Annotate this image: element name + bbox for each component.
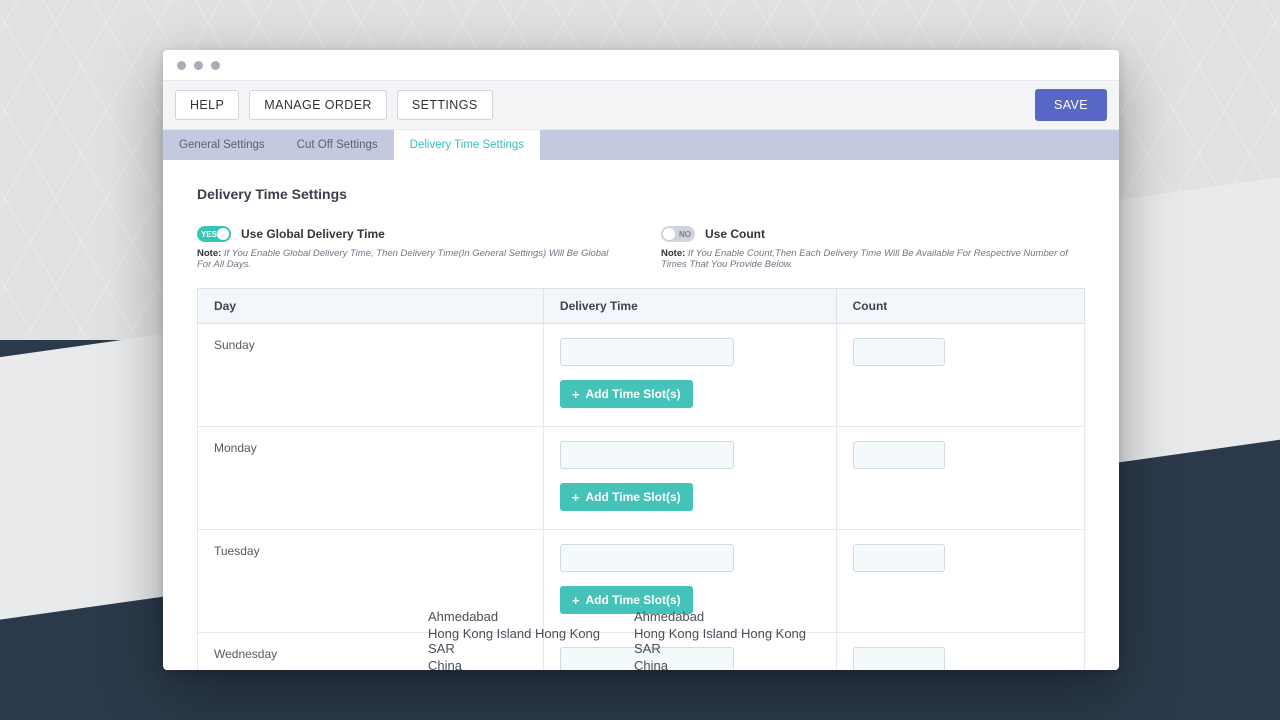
delivery-time-input[interactable] [560,338,734,366]
plus-icon: + [572,491,580,504]
save-button[interactable]: SAVE [1035,89,1107,121]
section-title: Delivery Time Settings [197,186,1085,202]
count-input[interactable] [853,544,945,572]
col-count: Count [836,289,1084,324]
list-item[interactable]: China [634,657,814,670]
tab-general-settings[interactable]: General Settings [163,130,281,160]
add-time-slot-button[interactable]: +Add Time Slot(s) [560,483,693,511]
global-delivery-note: Note: If You Enable Global Delivery Time… [197,248,621,270]
table-row: Sunday +Add Time Slot(s) [198,324,1085,427]
add-time-slot-button[interactable]: +Add Time Slot(s) [560,380,693,408]
content-area: Delivery Time Settings YES Use Global De… [163,160,1119,670]
list-item[interactable]: China [428,657,608,670]
list-item[interactable]: Ahmedabad [634,608,814,625]
list-item[interactable]: Hong Kong Island Hong Kong SAR [634,625,814,657]
delivery-time-cell: +Add Time Slot(s) [543,427,836,530]
list-item[interactable]: Hong Kong Island Hong Kong SAR [428,625,608,657]
settings-button[interactable]: SETTINGS [397,90,493,120]
day-cell: Monday [198,427,544,530]
count-cell [836,633,1084,671]
count-input[interactable] [853,441,945,469]
window-chrome [163,50,1119,80]
use-count-toggle[interactable]: NO [661,226,695,242]
day-cell: Sunday [198,324,544,427]
col-day: Day [198,289,544,324]
count-cell [836,530,1084,633]
count-note: Note: If You Enable Count,Then Each Deli… [661,248,1085,270]
tab-delivery-time-settings[interactable]: Delivery Time Settings [394,130,540,160]
manage-order-button[interactable]: MANAGE ORDER [249,90,387,120]
window-dot-icon [177,61,186,70]
use-global-delivery-time-toggle[interactable]: YES [197,226,231,242]
list-item[interactable]: Ahmedabad [428,608,608,625]
count-cell [836,324,1084,427]
use-global-delivery-time-label: Use Global Delivery Time [241,227,385,241]
table-row: Monday +Add Time Slot(s) [198,427,1085,530]
help-button[interactable]: HELP [175,90,239,120]
tab-cut-off-settings[interactable]: Cut Off Settings [281,130,394,160]
delivery-time-input[interactable] [560,441,734,469]
use-count-label: Use Count [705,227,765,241]
window-dot-icon [194,61,203,70]
plus-icon: + [572,594,580,607]
window-dot-icon [211,61,220,70]
app-window: HELP MANAGE ORDER SETTINGS SAVE General … [163,50,1119,670]
count-cell [836,427,1084,530]
plus-icon: + [572,388,580,401]
count-input[interactable] [853,338,945,366]
col-delivery: Delivery Time [543,289,836,324]
toolbar: HELP MANAGE ORDER SETTINGS SAVE [163,80,1119,130]
subtab-bar: General Settings Cut Off Settings Delive… [163,130,1119,160]
count-input[interactable] [853,647,945,670]
delivery-time-input[interactable] [560,544,734,572]
delivery-time-cell: +Add Time Slot(s) [543,324,836,427]
city-lists: AhmedabadHong Kong Island Hong Kong SARC… [428,608,814,670]
